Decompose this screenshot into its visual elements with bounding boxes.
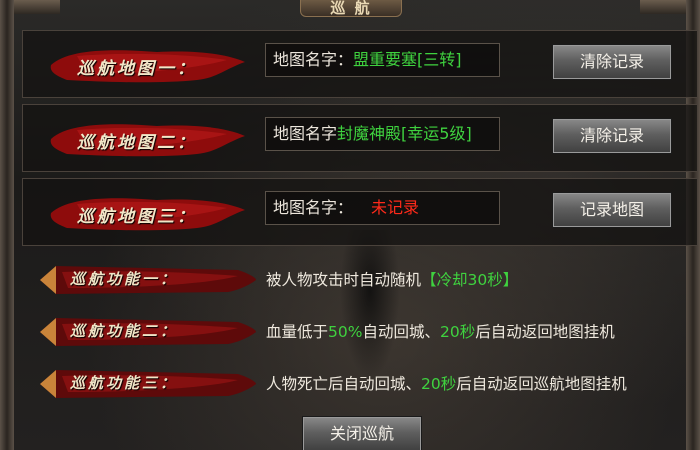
map-name-label: 地图名字： — [273, 50, 354, 69]
feature-banner-label: 巡航功能二： — [70, 322, 179, 340]
window-title: 巡 航 — [330, 0, 372, 17]
map-banner-label: 巡航地图二： — [77, 133, 197, 153]
feature-banner-label: 巡航功能一： — [70, 270, 179, 288]
feature-row-2: 巡航功能二： 血量低于50%自动回城、20秒后自动返回地图挂机 — [38, 314, 698, 350]
map-name-value: 盟重要塞[三转] — [353, 50, 462, 69]
close-cruise-button[interactable]: 关闭巡航 — [302, 416, 422, 450]
title-tab: 巡 航 — [300, 0, 402, 17]
feature-banner-label: 巡航功能三： — [70, 374, 179, 392]
feature-highlight: 【冷却30秒】 — [421, 271, 519, 289]
feature-description: 人物死亡后自动回城、20秒后自动返回巡航地图挂机 — [266, 372, 627, 394]
frame-border-left — [0, 0, 14, 450]
background-warrior-silhouette — [340, 230, 400, 380]
map-name-value: 封魔神殿[幸运5级] — [337, 124, 472, 143]
map-name-value: 未记录 — [371, 198, 420, 217]
map-banner-label: 巡航地图一： — [77, 59, 197, 79]
map-row-1: 巡航地图一： 地图名字：盟重要塞[三转] 清除记录 — [22, 30, 698, 98]
feature-banner-icon: 巡航功能二： — [38, 314, 258, 350]
feature-text: 自动回城、 — [362, 323, 440, 341]
map-name-field: 地图名字： 未记录 — [265, 191, 500, 225]
map-name-label: 地图名字： — [273, 198, 354, 217]
clear-record-button[interactable]: 清除记录 — [552, 118, 672, 154]
feature-banner-icon: 巡航功能三： — [38, 366, 258, 402]
cruise-panel: 巡 航 巡航地图一： 地图名字：盟重要塞[三转] 清除记录 巡航地图二： 地图名… — [0, 0, 700, 450]
feature-text: 人物死亡后自动回城、 — [266, 375, 422, 393]
feature-description: 血量低于50%自动回城、20秒后自动返回地图挂机 — [266, 320, 615, 342]
map-banner-icon: 巡航地图一： — [47, 44, 247, 86]
feature-text: 后自动返回地图挂机 — [475, 323, 615, 341]
map-name-field: 地图名字封魔神殿[幸运5级] — [265, 117, 500, 151]
feature-text: 血量低于 — [266, 323, 329, 341]
feature-text: 后自动返回巡航地图挂机 — [456, 375, 627, 393]
feature-highlight: 20秒 — [439, 323, 476, 341]
feature-highlight: 50% — [328, 323, 363, 341]
feature-description: 被人物攻击时自动随机【冷却30秒】 — [266, 268, 518, 290]
map-banner-icon: 巡航地图二： — [47, 118, 247, 160]
feature-highlight: 20秒 — [421, 375, 457, 393]
map-banner-icon: 巡航地图三： — [47, 192, 247, 234]
feature-row-1: 巡航功能一： 被人物攻击时自动随机【冷却30秒】 — [38, 262, 698, 298]
map-name-field: 地图名字：盟重要塞[三转] — [265, 43, 500, 77]
map-banner-label: 巡航地图三： — [77, 207, 197, 227]
map-name-label: 地图名字 — [273, 124, 338, 143]
feature-text: 被人物攻击时自动随机 — [266, 271, 422, 289]
feature-row-3: 巡航功能三： 人物死亡后自动回城、20秒后自动返回巡航地图挂机 — [38, 366, 698, 402]
record-map-button[interactable]: 记录地图 — [552, 192, 672, 228]
feature-banner-icon: 巡航功能一： — [38, 262, 258, 298]
map-row-3: 巡航地图三： 地图名字： 未记录 记录地图 — [22, 178, 698, 246]
clear-record-button[interactable]: 清除记录 — [552, 44, 672, 80]
map-row-2: 巡航地图二： 地图名字封魔神殿[幸运5级] 清除记录 — [22, 104, 698, 172]
